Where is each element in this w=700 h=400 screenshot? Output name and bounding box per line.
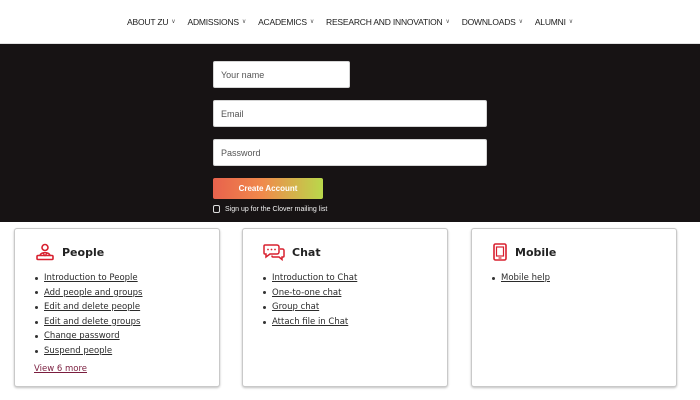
chat-card-header: Chat <box>263 243 321 261</box>
nav-item-academics[interactable]: ACADEMICS ∨ <box>258 17 314 27</box>
people-link[interactable]: Introduction to People <box>44 271 138 286</box>
people-link[interactable]: Edit and delete groups <box>44 315 140 330</box>
chat-link[interactable]: Introduction to Chat <box>272 271 357 286</box>
people-card-title: People <box>62 245 105 259</box>
mobile-card: Mobile Mobile help <box>471 228 677 387</box>
password-input[interactable] <box>221 147 486 158</box>
mobile-icon <box>492 243 508 261</box>
chat-link[interactable]: Attach file in Chat <box>272 315 348 330</box>
nav-item-label: DOWNLOADS <box>461 16 516 27</box>
chat-card: Chat Introduction to Chat One-to-one cha… <box>242 228 448 387</box>
mobile-card-title: Mobile <box>515 245 557 259</box>
people-link[interactable]: Change password <box>44 329 120 344</box>
chat-icon <box>263 243 285 261</box>
list-item: Edit and delete people <box>35 300 142 315</box>
chat-link[interactable]: Group chat <box>272 300 319 315</box>
people-link[interactable]: Add people and groups <box>44 286 142 301</box>
nav-item-label: RESEARCH AND INNOVATION <box>326 16 443 27</box>
list-item: Introduction to Chat <box>263 271 357 286</box>
list-item: Edit and delete groups <box>35 315 142 330</box>
email-field-wrapper <box>213 100 487 127</box>
mobile-link[interactable]: Mobile help <box>501 271 550 286</box>
password-field-wrapper <box>213 139 487 166</box>
list-item: Introduction to People <box>35 271 142 286</box>
list-item: Add people and groups <box>35 286 142 301</box>
name-field-wrapper <box>213 61 350 88</box>
chevron-down-icon: ∨ <box>518 19 523 25</box>
email-input[interactable] <box>221 108 486 119</box>
mailing-list-checkbox[interactable] <box>213 205 220 213</box>
people-link[interactable]: Suspend people <box>44 344 112 359</box>
mobile-card-header: Mobile <box>492 243 556 261</box>
create-account-button[interactable]: Create Account <box>213 178 323 199</box>
mailing-list-option[interactable]: Sign up for the Clover mailing list <box>213 205 327 213</box>
view-more-link[interactable]: View 6 more <box>34 364 87 374</box>
nav-item-label: ABOUT ZU <box>127 16 169 27</box>
nav-item-admissions[interactable]: ADMISSIONS ∨ <box>187 17 246 27</box>
list-item: Group chat <box>263 300 357 315</box>
chevron-down-icon: ∨ <box>445 19 450 25</box>
nav-item-label: ACADEMICS <box>258 16 307 27</box>
mailing-list-label: Sign up for the Clover mailing list <box>225 205 328 213</box>
nav-item-about[interactable]: ABOUT ZU ∨ <box>127 16 176 27</box>
list-item: Attach file in Chat <box>263 315 357 330</box>
chat-link[interactable]: One-to-one chat <box>272 286 341 301</box>
nav-item-research[interactable]: RESEARCH AND INNOVATION ∨ <box>326 17 450 27</box>
chevron-down-icon: ∨ <box>568 19 573 25</box>
chevron-down-icon: ∨ <box>171 19 176 25</box>
chat-card-title: Chat <box>292 245 321 259</box>
nav-item-label: ALUMNI <box>534 16 566 27</box>
list-item: Change password <box>35 329 142 344</box>
people-card-header: People <box>35 243 104 261</box>
people-link-list: Introduction to People Add people and gr… <box>35 271 142 359</box>
nav-item-label: ADMISSIONS <box>187 16 239 27</box>
name-input[interactable] <box>221 69 349 80</box>
nav-item-downloads[interactable]: DOWNLOADS ∨ <box>462 17 523 27</box>
people-icon <box>35 243 55 261</box>
signup-section: Create Account Sign up for the Clover ma… <box>0 44 700 222</box>
people-card: People Introduction to People Add people… <box>14 228 220 387</box>
people-link[interactable]: Edit and delete people <box>44 300 140 315</box>
mobile-link-list: Mobile help <box>492 271 550 286</box>
chevron-down-icon: ∨ <box>309 19 315 25</box>
chat-link-list: Introduction to Chat One-to-one chat Gro… <box>263 271 357 329</box>
list-item: Suspend people <box>35 344 142 359</box>
nav-item-alumni[interactable]: ALUMNI ∨ <box>535 17 573 27</box>
list-item: One-to-one chat <box>263 286 357 301</box>
top-navigation: ABOUT ZU ∨ ADMISSIONS ∨ ACADEMICS ∨ RESEARC… <box>0 0 700 44</box>
list-item: Mobile help <box>492 271 550 286</box>
chevron-down-icon: ∨ <box>241 19 247 25</box>
